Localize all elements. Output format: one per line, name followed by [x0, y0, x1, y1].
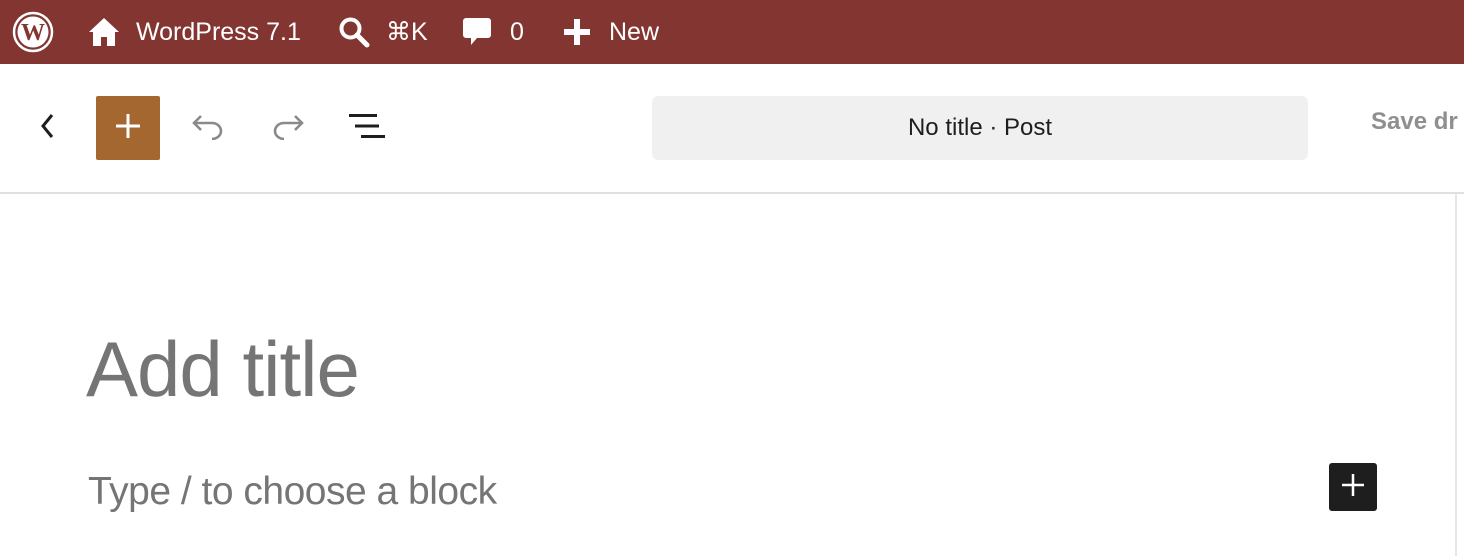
document-title-label: No title · Post — [907, 114, 1053, 141]
plus-icon — [115, 113, 141, 144]
wordpress-menu[interactable]: W — [12, 0, 54, 64]
site-name-link[interactable]: WordPress 7.1 — [88, 0, 301, 64]
new-label: New — [609, 17, 660, 46]
list-view-icon — [349, 112, 387, 145]
plus-icon — [1341, 473, 1365, 502]
search-shortcut-label: ⌘K — [386, 18, 428, 46]
command-palette-button[interactable]: ⌘K — [338, 0, 428, 64]
new-content-menu[interactable]: New — [563, 0, 659, 64]
undo-button[interactable] — [186, 96, 230, 160]
back-button[interactable] — [28, 96, 68, 160]
block-inserter-toggle[interactable] — [96, 96, 160, 160]
admin-bar: W WordPress 7.1 ⌘K 0 New — [0, 0, 1464, 64]
add-block-button[interactable] — [1329, 463, 1377, 511]
comment-bubble-icon — [462, 17, 492, 47]
svg-text:W: W — [21, 20, 45, 46]
document-overview-button[interactable] — [344, 96, 392, 160]
post-title-input[interactable]: Add title — [86, 324, 360, 415]
wordpress-logo-icon: W — [12, 11, 54, 53]
plus-icon — [563, 18, 591, 46]
search-icon — [338, 16, 370, 48]
comments-count: 0 — [510, 17, 524, 46]
editor-header: No title · Post Save dr — [0, 64, 1464, 194]
default-block-appender[interactable]: Type / to choose a block — [88, 470, 497, 514]
document-bar[interactable]: No title · Post — [652, 96, 1308, 160]
chevron-left-icon — [40, 112, 56, 145]
redo-icon — [270, 112, 306, 145]
redo-button[interactable] — [266, 96, 310, 160]
site-name-label: WordPress 7.1 — [136, 17, 301, 46]
comments-link[interactable]: 0 — [462, 0, 524, 64]
undo-icon — [190, 112, 226, 145]
editor-canvas: Add title Type / to choose a block — [0, 194, 1457, 556]
home-icon — [88, 17, 120, 47]
save-draft-button[interactable]: Save dr — [1371, 108, 1458, 136]
